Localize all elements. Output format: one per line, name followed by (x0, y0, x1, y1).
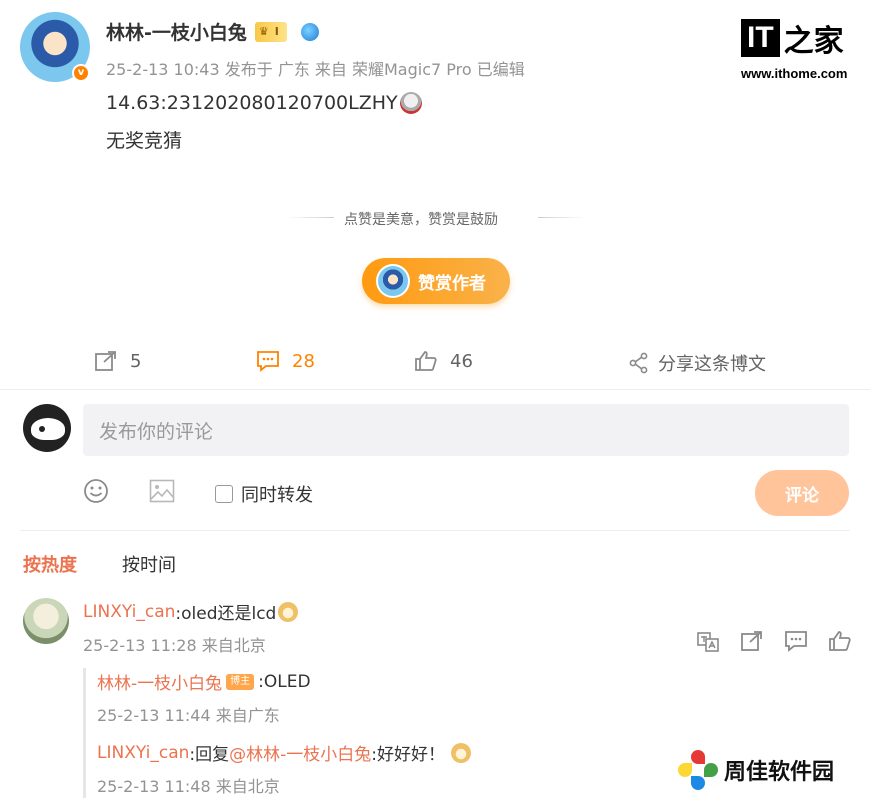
corner-watermark: 周佳软件园 (678, 750, 834, 790)
globe-icon (300, 22, 319, 41)
share-label: 分享这条博文 (658, 354, 766, 375)
comment-username[interactable]: LINXYi_can (83, 602, 175, 622)
commenter-avatar[interactable] (23, 598, 69, 644)
comment-input[interactable]: 发布你的评论 (83, 404, 849, 456)
doge-emoji-icon (278, 601, 299, 622)
post-text-line2: 无奖竞猜 (106, 130, 183, 152)
crown-icon: ♛ (258, 25, 269, 38)
repost-count: 5 (130, 350, 142, 372)
also-repost-checkbox[interactable]: 同时转发 (215, 481, 313, 507)
comment-count: 28 (292, 350, 315, 372)
comment-translate-button[interactable] (696, 630, 720, 658)
member-crown-badge: ♛ I (254, 21, 287, 42)
reply-meta: 25-2-13 11:48 来自北京 (97, 777, 280, 796)
post-text-line1-content: 14.63:231202080120700LZHY (106, 92, 398, 114)
thumbs-up-icon (829, 631, 851, 651)
share-button[interactable]: 分享这条博文 (628, 350, 766, 376)
post-meta: 25-2-13 10:43 发布于 广东 来自 荣耀Magic7 Pro 已编辑 (106, 60, 525, 79)
submit-comment-label: 评论 (785, 485, 819, 506)
reply-text: :OLED (258, 671, 311, 692)
translate-icon (697, 632, 719, 652)
submit-comment-button[interactable]: 评论 (755, 470, 849, 516)
thumbs-up-icon (415, 351, 437, 371)
comment-like-button[interactable] (828, 630, 852, 656)
reply-text: :好好好！ (371, 745, 445, 765)
post-author-name[interactable]: 林林-一枝小白兔 ♛ I (106, 18, 319, 45)
composer-divider (20, 530, 850, 531)
reply-row: 林林-一枝小白兔 博主 :OLED (97, 669, 311, 695)
reply-row: LINXYi_can :回复 @林林-一枝小白兔 :好好好！ (97, 740, 471, 765)
repost-button[interactable]: 5 (94, 350, 141, 372)
comment-icon (257, 351, 279, 372)
reward-divider-text: 点赞是美意，赞赏是鼓励 (344, 212, 498, 228)
host-badge: 博主 (226, 673, 255, 690)
ithome-site-text: www.ithome.com (741, 66, 848, 81)
reply-username[interactable]: 林林-一枝小白兔 (97, 669, 222, 694)
also-repost-label: 同时转发 (241, 485, 313, 506)
verified-badge-icon: v (72, 64, 90, 82)
comment-reply-button[interactable] (784, 630, 808, 656)
comment-row: LINXYi_can :oled还是lcd (83, 599, 299, 624)
comment-text: :oled还是lcd (175, 604, 277, 624)
ithome-logo: IT 之家 (741, 16, 844, 60)
pinwheel-logo-icon (678, 750, 718, 790)
emoji-picker-button[interactable] (83, 478, 109, 508)
reward-divider-left (286, 217, 334, 218)
like-button[interactable]: 46 (414, 350, 473, 372)
member-badge-level: I (274, 25, 279, 38)
author-name-text[interactable]: 林林-一枝小白兔 (106, 18, 247, 45)
like-count: 46 (450, 350, 473, 372)
share-icon (629, 352, 648, 374)
image-upload-button[interactable] (149, 479, 175, 507)
reward-divider-right (538, 217, 586, 218)
action-bar-divider (0, 389, 870, 390)
doge-emoji-icon (451, 742, 471, 763)
reward-avatar (376, 264, 410, 298)
checkbox-box[interactable] (215, 485, 233, 503)
reward-button-label: 赞赏作者 (418, 273, 486, 294)
replies-border (83, 668, 86, 798)
comment-input-placeholder: 发布你的评论 (99, 420, 214, 443)
reply-mention-link[interactable]: @林林-一枝小白兔 (229, 740, 371, 765)
post-text-line1: 14.63:231202080120700LZHY (106, 92, 422, 114)
reward-author-button[interactable]: 赞赏作者 (362, 258, 510, 304)
comment-repost-button[interactable] (740, 630, 764, 656)
repost-icon (95, 351, 116, 371)
current-user-avatar[interactable] (23, 404, 71, 452)
reply-meta: 25-2-13 11:44 来自广东 (97, 706, 280, 725)
tab-sort-hot[interactable]: 按热度 (23, 551, 77, 577)
comment-button[interactable]: 28 (256, 350, 315, 372)
corner-watermark-text: 周佳软件园 (724, 760, 835, 785)
ultraman-emoji-icon (399, 92, 422, 114)
repost-icon (741, 631, 762, 651)
tab-sort-time[interactable]: 按时间 (122, 551, 176, 577)
smile-icon (84, 479, 108, 503)
comment-icon (785, 631, 807, 652)
image-icon (149, 479, 175, 503)
comment-meta: 25-2-13 11:28 来自北京 (83, 636, 266, 655)
reply-prefix: :回复 (189, 745, 230, 765)
reply-username[interactable]: LINXYi_can (97, 743, 189, 763)
